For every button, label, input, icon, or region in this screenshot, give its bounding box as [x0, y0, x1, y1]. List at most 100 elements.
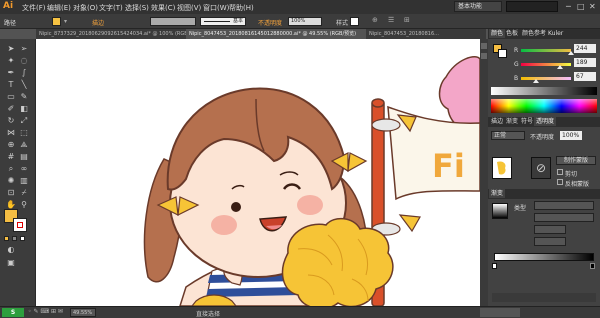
tab-document-2[interactable]: Nipic_8047453_20180816145012880000.ai* @… — [186, 29, 366, 39]
tab-document-3[interactable]: Nipic_8047453_20180816... — [366, 29, 486, 39]
tab-swatches[interactable]: 色板 — [504, 29, 520, 38]
minimize-icon[interactable]: ─ — [566, 2, 571, 11]
zoom-tool-icon[interactable]: ⚲ — [19, 200, 29, 210]
menu-select[interactable]: 选择(S) — [125, 3, 149, 13]
rotate-tool-icon[interactable]: ↻ — [6, 116, 16, 126]
eraser-tool-icon[interactable]: ◧ — [19, 104, 29, 114]
maximize-icon[interactable]: □ — [577, 2, 585, 11]
free-transform-tool-icon[interactable]: ⬚ — [19, 128, 29, 138]
align-icon[interactable]: ☰ — [388, 16, 394, 24]
panel-stroke-swatch[interactable] — [498, 49, 507, 58]
b-value-field[interactable]: 67 — [574, 72, 596, 81]
r-slider[interactable] — [521, 49, 571, 52]
transform-icon[interactable]: ⊞ — [404, 16, 410, 24]
gradient-stroke-select[interactable] — [534, 213, 594, 222]
blend-tool-icon[interactable]: ∞ — [19, 164, 29, 174]
invert-mask-checkbox[interactable] — [557, 179, 563, 185]
perspective-tool-icon[interactable]: ⟁ — [19, 140, 29, 150]
menu-object[interactable]: 对象(O) — [73, 3, 98, 13]
scale-tool-icon[interactable]: ⤢ — [19, 116, 29, 126]
dock-icon[interactable] — [481, 43, 487, 49]
gradient-stop-end[interactable] — [590, 263, 595, 269]
rectangle-tool-icon[interactable]: ▭ — [6, 92, 16, 102]
slice-tool-icon[interactable]: ⌿ — [19, 188, 29, 198]
curvature-tool-icon[interactable]: ∫ — [19, 68, 29, 78]
close-icon[interactable]: ✕ — [589, 2, 596, 11]
b-slider[interactable] — [521, 77, 571, 80]
stroke-profile-select[interactable]: 基本 — [200, 17, 246, 26]
menu-file[interactable]: 文件(F) — [22, 3, 46, 13]
pen-tool-icon[interactable]: ✒ — [6, 68, 16, 78]
menu-effect[interactable]: 效果(C) — [151, 3, 175, 13]
drawing-mode-icon[interactable]: ◐ — [6, 245, 16, 255]
tab-stroke[interactable]: 描边 — [489, 117, 505, 126]
dock-icon[interactable] — [481, 53, 487, 59]
artboard-tool-icon[interactable]: ⊡ — [6, 188, 16, 198]
tab-gradient[interactable]: 渐变 — [504, 117, 520, 126]
stroke-weight-field[interactable] — [150, 17, 196, 26]
gradient-aspect-field[interactable] — [534, 237, 566, 246]
menu-type[interactable]: 文字(T) — [99, 3, 123, 13]
shape-builder-tool-icon[interactable]: ⊕ — [6, 140, 16, 150]
direct-selection-tool-icon[interactable]: ➢ — [19, 44, 29, 54]
eyedropper-tool-icon[interactable]: ⌕ — [6, 164, 16, 174]
r-value-field[interactable]: 244 — [574, 44, 596, 53]
style-swatch[interactable] — [350, 17, 359, 26]
transparency-opacity-field[interactable]: 100% — [560, 131, 582, 140]
tab-color-guide[interactable]: 颜色参考 — [520, 29, 548, 38]
zoom-field[interactable]: 49.55% — [70, 308, 96, 317]
status-scroll[interactable] — [480, 308, 520, 317]
mask-placeholder-icon[interactable]: ⊘ — [531, 157, 551, 179]
tab-color[interactable]: 颜色 — [489, 29, 506, 38]
pencil-tool-icon[interactable]: ✐ — [6, 104, 16, 114]
screen-mode-icon[interactable]: ▣ — [6, 258, 16, 268]
workspace-switcher[interactable]: 基本功能 — [454, 1, 502, 12]
search-field[interactable] — [506, 1, 558, 12]
gradient-angle-field[interactable] — [534, 225, 566, 234]
clip-checkbox[interactable] — [557, 169, 563, 175]
line-tool-icon[interactable]: ╲ — [19, 80, 29, 90]
paintbrush-tool-icon[interactable]: ✎ — [19, 92, 29, 102]
artboard-canvas[interactable]: Fi — [36, 39, 480, 306]
lasso-tool-icon[interactable]: ◌ — [19, 56, 29, 66]
symbol-sprayer-tool-icon[interactable]: ✺ — [6, 176, 16, 186]
opacity-field[interactable]: 100% — [288, 17, 322, 26]
type-tool-icon[interactable]: T — [6, 80, 16, 90]
layer-thumbnail[interactable] — [492, 157, 512, 179]
input-method-icon[interactable]: S — [2, 308, 24, 317]
g-slider-thumb[interactable] — [557, 65, 563, 69]
gradient-type-select[interactable] — [534, 201, 594, 210]
g-slider[interactable] — [521, 63, 571, 66]
gradient-mode-icon[interactable] — [12, 236, 17, 241]
tab-kuler[interactable]: Kuler — [546, 29, 565, 38]
make-mask-button[interactable]: 制作蒙版 — [556, 156, 596, 165]
grayscale-ramp[interactable] — [491, 87, 597, 95]
tab-document-1[interactable]: Nipic_8737329_20180629092615424034.ai* @… — [36, 29, 186, 39]
g-value-field[interactable]: 189 — [574, 58, 596, 67]
gradient-swatch[interactable] — [492, 203, 508, 219]
fill-swatch[interactable] — [52, 17, 61, 26]
globe-icon[interactable]: ⊕ — [372, 16, 378, 24]
none-mode-icon[interactable] — [20, 236, 25, 241]
graph-tool-icon[interactable]: ▥ — [19, 176, 29, 186]
color-mode-icon[interactable] — [4, 236, 9, 241]
tab-gradient-panel[interactable]: 渐变 — [489, 189, 506, 198]
menu-help[interactable]: 帮助(H) — [229, 3, 254, 13]
menu-view[interactable]: 视图(V) — [177, 3, 201, 13]
menu-edit[interactable]: 编辑(E) — [47, 3, 71, 13]
selection-tool-icon[interactable]: ➤ — [6, 44, 16, 54]
gradient-slider-bar[interactable] — [494, 253, 594, 261]
opacity-label[interactable]: 不透明度 — [258, 18, 282, 27]
magic-wand-tool-icon[interactable]: ✦ — [6, 56, 16, 66]
menu-window[interactable]: 窗口(W) — [203, 3, 229, 13]
b-slider-thumb[interactable] — [533, 79, 539, 83]
blend-mode-select[interactable]: 正常 — [491, 131, 525, 140]
mesh-tool-icon[interactable]: # — [6, 152, 16, 162]
stroke-label[interactable]: 描边 — [92, 18, 104, 27]
gradient-stop-start[interactable] — [492, 263, 497, 269]
chevron-down-icon[interactable]: ▾ — [64, 18, 67, 25]
width-tool-icon[interactable]: ⋈ — [6, 128, 16, 138]
tab-symbols[interactable]: 符号 — [519, 117, 535, 126]
gradient-tool-icon[interactable]: ▤ — [19, 152, 29, 162]
tab-transparency[interactable]: 透明度 — [534, 117, 557, 126]
